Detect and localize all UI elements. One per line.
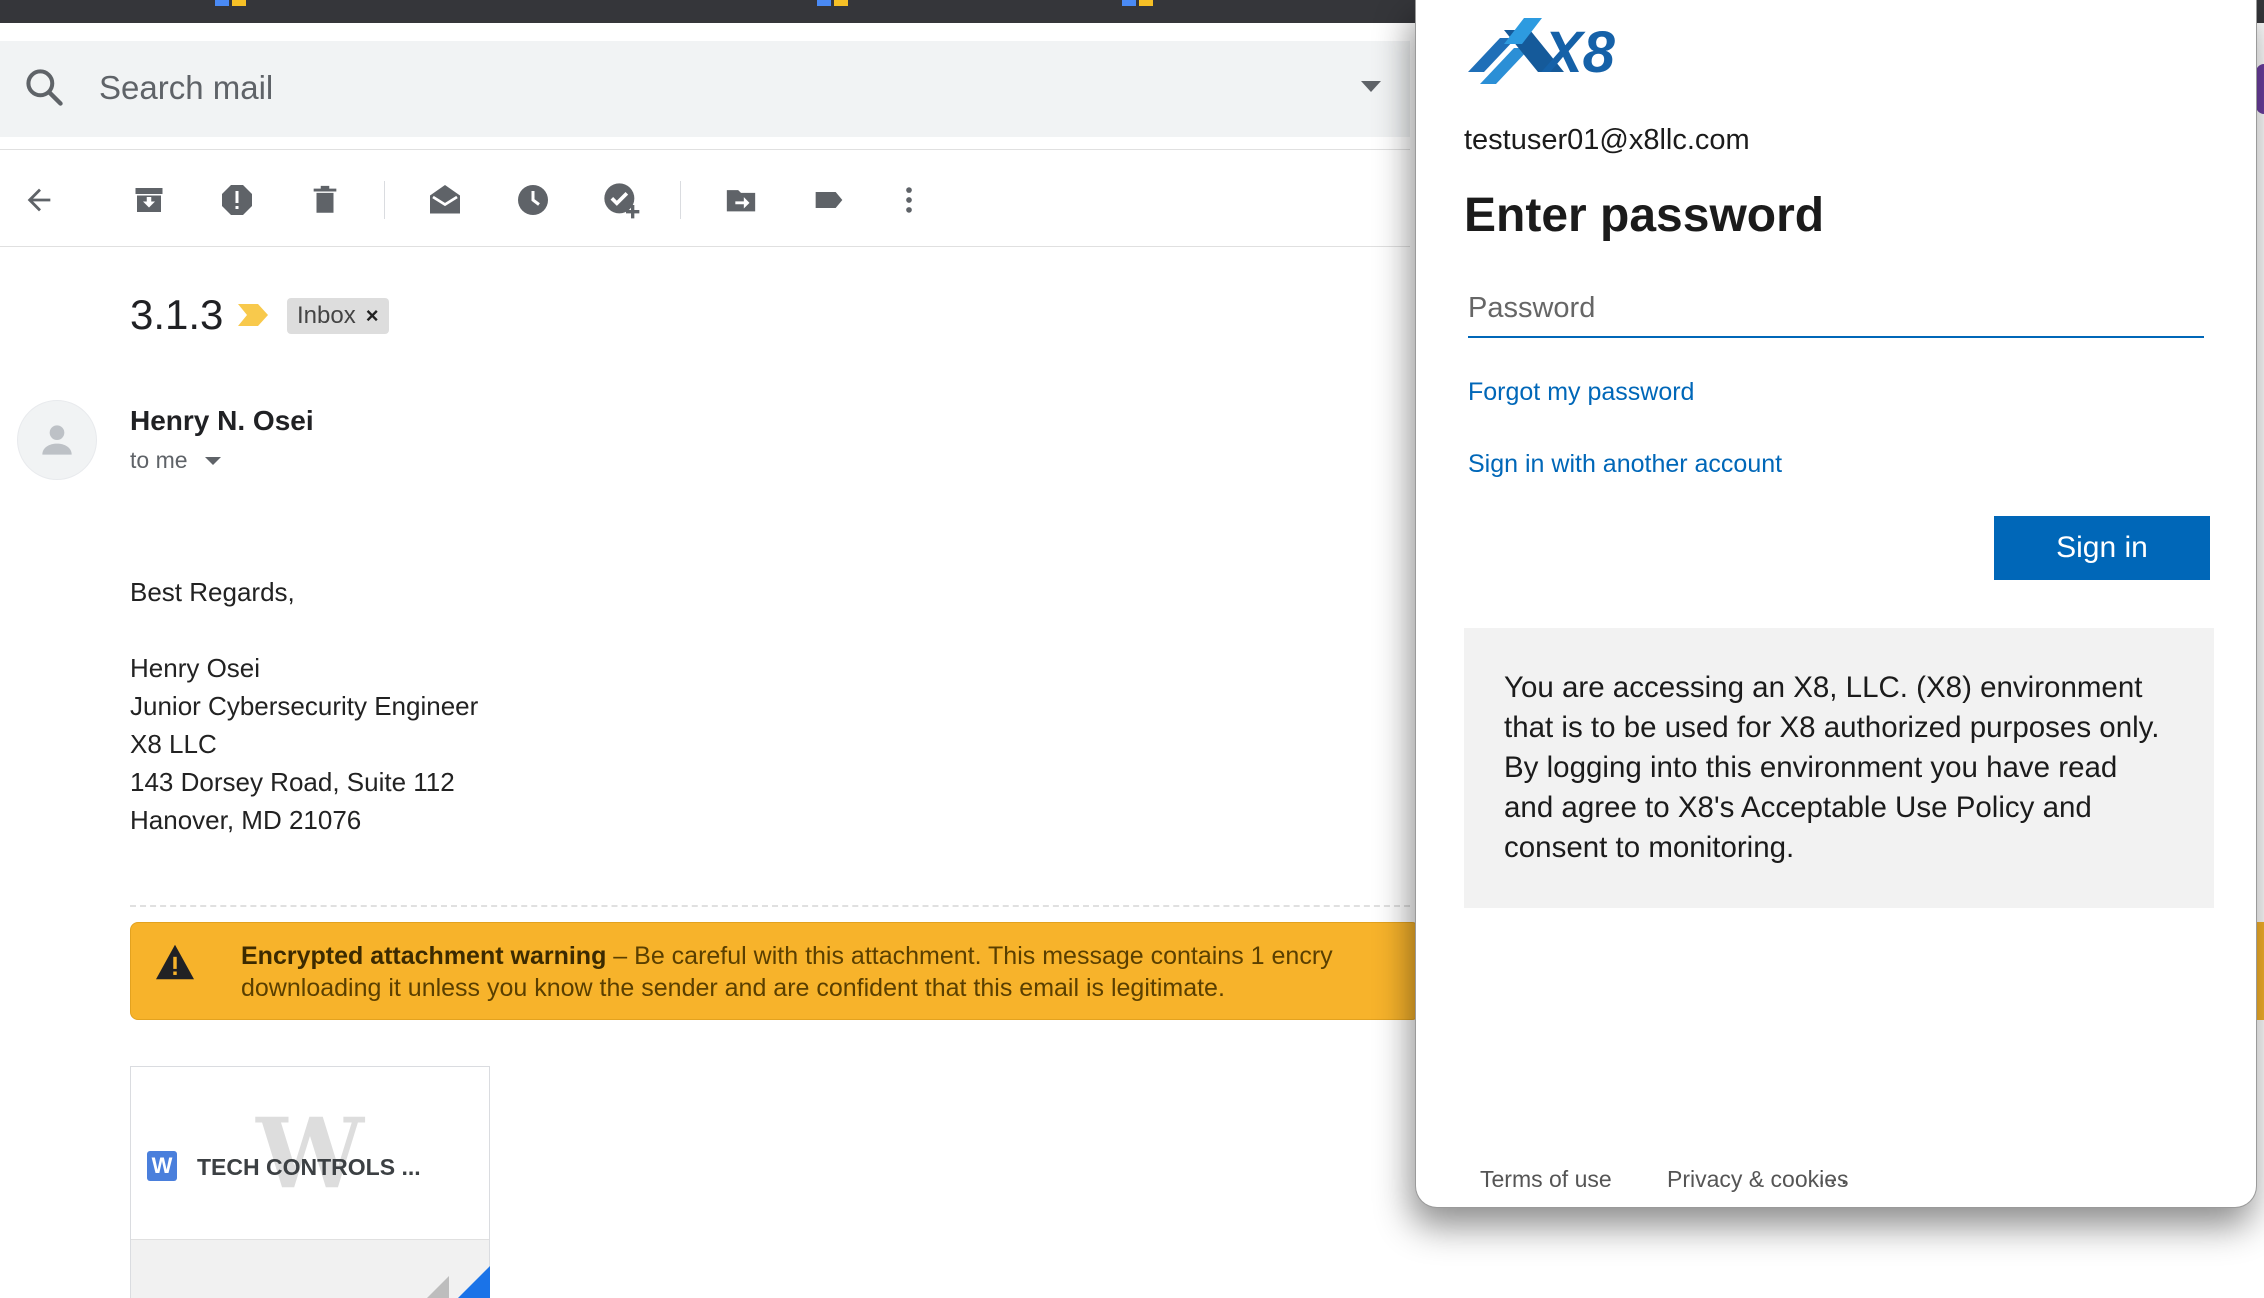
- logo-text: X8: [1541, 20, 1616, 85]
- delete-button[interactable]: [300, 175, 350, 225]
- sign-in-button[interactable]: Sign in: [1994, 516, 2210, 580]
- add-to-tasks-button[interactable]: [596, 175, 646, 225]
- encrypted-attachment-warning-banner: Encrypted attachment warning – Be carefu…: [130, 922, 1420, 1020]
- more-button[interactable]: [884, 175, 934, 225]
- warning-message: Encrypted attachment warning – Be carefu…: [241, 940, 1441, 1004]
- signature-line: 143 Dorsey Road, Suite 112: [130, 767, 455, 797]
- label-chip-text: Inbox: [297, 302, 356, 329]
- recipient-summary[interactable]: to me: [130, 447, 188, 474]
- add-to-tasks-icon: [604, 183, 640, 219]
- sign-in-popup: X8 testuser01@x8llc.com Enter password F…: [1415, 0, 2257, 1208]
- label-button[interactable]: [804, 175, 854, 225]
- label-icon: [815, 192, 843, 208]
- divider: [0, 149, 1410, 150]
- move-to-icon: [726, 190, 756, 212]
- mark-unread-icon: [430, 185, 460, 214]
- terms-of-use-link[interactable]: Terms of use: [1480, 1166, 1612, 1193]
- tab-favicon-icon[interactable]: [215, 0, 247, 6]
- acceptable-use-notice: You are accessing an X8, LLC. (X8) envir…: [1464, 628, 2214, 908]
- archive-button[interactable]: [124, 175, 174, 225]
- page-fold-icon: [419, 1276, 449, 1298]
- signature-line: Junior Cybersecurity Engineer: [130, 691, 479, 721]
- back-icon: [27, 188, 51, 212]
- avatar[interactable]: [17, 400, 97, 480]
- message-toolbar: [0, 165, 1410, 235]
- signature-line: X8 LLC: [130, 729, 217, 759]
- signature-line: Hanover, MD 21076: [130, 805, 362, 835]
- delete-icon: [313, 185, 337, 213]
- person-icon: [42, 425, 72, 455]
- warning-icon: [156, 944, 194, 980]
- x8-logo-icon: X8: [1468, 18, 1616, 85]
- toolbar-divider: [384, 181, 385, 219]
- tab-favicon-icon[interactable]: [817, 0, 849, 6]
- archive-icon: [135, 188, 163, 212]
- more-vertical-icon: [906, 187, 912, 213]
- attachment-preview[interactable]: W: [131, 1067, 489, 1239]
- mark-unread-button[interactable]: [420, 175, 470, 225]
- snooze-button[interactable]: [508, 175, 558, 225]
- account-email: testuser01@x8llc.com: [1464, 124, 1750, 156]
- snooze-icon: [518, 185, 548, 215]
- search-options-chevron-down-icon[interactable]: [1361, 81, 1381, 92]
- show-details-chevron-down-icon[interactable]: [205, 457, 221, 465]
- word-document-icon: W: [256, 1096, 364, 1210]
- page-corner-icon: [450, 1266, 490, 1298]
- page-title: Enter password: [1464, 189, 1825, 242]
- signature-line: Henry Osei: [130, 653, 261, 683]
- account-avatar-edge[interactable]: [2256, 64, 2264, 114]
- search-icon[interactable]: [22, 65, 66, 109]
- attachments-divider: [130, 905, 1410, 907]
- report-spam-icon: [222, 185, 252, 215]
- sign-in-another-account-link[interactable]: Sign in with another account: [1468, 450, 1782, 479]
- word-file-icon: W: [147, 1151, 177, 1181]
- toolbar-divider: [680, 181, 681, 219]
- remove-label-close-icon[interactable]: ×: [366, 303, 379, 329]
- warning-line-1: – Be careful with this attachment. This …: [606, 942, 1333, 970]
- divider: [0, 246, 1410, 247]
- more-options-icon[interactable]: ...: [1818, 1160, 1852, 1191]
- move-to-button[interactable]: [716, 175, 766, 225]
- attachment-name[interactable]: TECH CONTROLS ...: [197, 1154, 421, 1181]
- warning-title: Encrypted attachment warning: [241, 942, 607, 970]
- label-chip-inbox: Inbox ×: [287, 298, 389, 334]
- back-button[interactable]: [14, 175, 64, 225]
- forgot-password-link[interactable]: Forgot my password: [1468, 378, 1694, 407]
- attachment-card[interactable]: W W TECH CONTROLS ...: [130, 1066, 490, 1298]
- tab-favicon-icon[interactable]: [1122, 0, 1154, 6]
- search-input[interactable]: Search mail: [99, 69, 273, 107]
- importance-marker-icon[interactable]: [236, 302, 270, 328]
- search-bar[interactable]: Search mail: [0, 41, 1410, 137]
- email-subject: 3.1.3: [130, 291, 224, 338]
- sender-name[interactable]: Henry N. Osei: [130, 405, 314, 437]
- password-field[interactable]: [1468, 280, 2204, 338]
- warning-line-2: downloading it unless you know the sende…: [241, 974, 1225, 1002]
- report-spam-button[interactable]: [212, 175, 262, 225]
- email-greeting: Best Regards,: [130, 577, 295, 607]
